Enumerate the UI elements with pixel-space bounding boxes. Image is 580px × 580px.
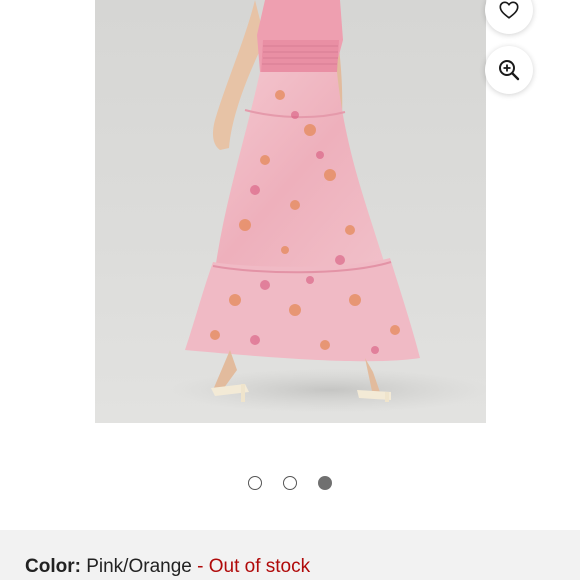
stock-separator: -	[191, 556, 209, 577]
stock-status: Out of stock	[208, 556, 311, 577]
carousel-dot-2[interactable]	[283, 476, 297, 490]
zoom-in-icon	[499, 60, 520, 81]
carousel-dot-1[interactable]	[248, 476, 262, 490]
product-image[interactable]	[95, 0, 486, 423]
carousel-dots	[0, 475, 580, 491]
carousel-dot-3[interactable]	[318, 476, 332, 490]
zoom-button[interactable]	[485, 46, 533, 94]
wishlist-button[interactable]	[485, 0, 533, 34]
color-value: Pink/Orange	[86, 556, 192, 577]
dress-illustration	[170, 0, 486, 412]
heart-icon	[499, 1, 519, 19]
product-info-bar: Color: Pink/Orange - Out of stock	[0, 530, 580, 580]
color-label: Color:	[25, 556, 81, 577]
